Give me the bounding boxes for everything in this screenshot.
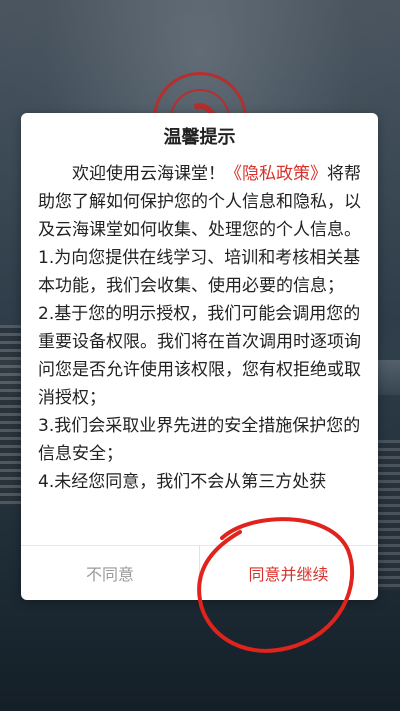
- policy-item-1: 1.为向您提供在线学习、培训和考核相关基本功能，我们会收集、使用必要的信息；: [38, 248, 361, 296]
- privacy-policy-link[interactable]: 《隐私政策》: [225, 164, 327, 184]
- intro-prefix: 欢迎使用云海课堂！: [72, 164, 225, 184]
- dialog-body[interactable]: 欢迎使用云海课堂！《隐私政策》将帮助您了解如何保护您的个人信息和隐私，以及云海课…: [38, 160, 362, 532]
- policy-item-2: 2.基于您的明示授权，我们可能会调用您的重要设备权限。我们将在首次调用时逐项询问…: [38, 304, 361, 408]
- privacy-dialog: 温馨提示 欢迎使用云海课堂！《隐私政策》将帮助您了解如何保护您的个人信息和隐私，…: [21, 113, 378, 600]
- background-bridge-right: [378, 440, 400, 590]
- dialog-title: 温馨提示: [163, 127, 236, 148]
- policy-item-4: 4.未经您同意，我们不会从第三方处获: [38, 472, 327, 492]
- agree-continue-button[interactable]: 同意并继续: [199, 546, 378, 600]
- intro-paragraph: 欢迎使用云海课堂！《隐私政策》将帮助您了解如何保护您的个人信息和隐私，以及云海课…: [38, 160, 362, 244]
- disagree-button[interactable]: 不同意: [21, 546, 199, 600]
- policy-item-3: 3.我们会采取业界先进的安全措施保护您的信息安全；: [38, 416, 361, 464]
- app-screen: 温馨提示 欢迎使用云海课堂！《隐私政策》将帮助您了解如何保护您的个人信息和隐私，…: [0, 0, 400, 711]
